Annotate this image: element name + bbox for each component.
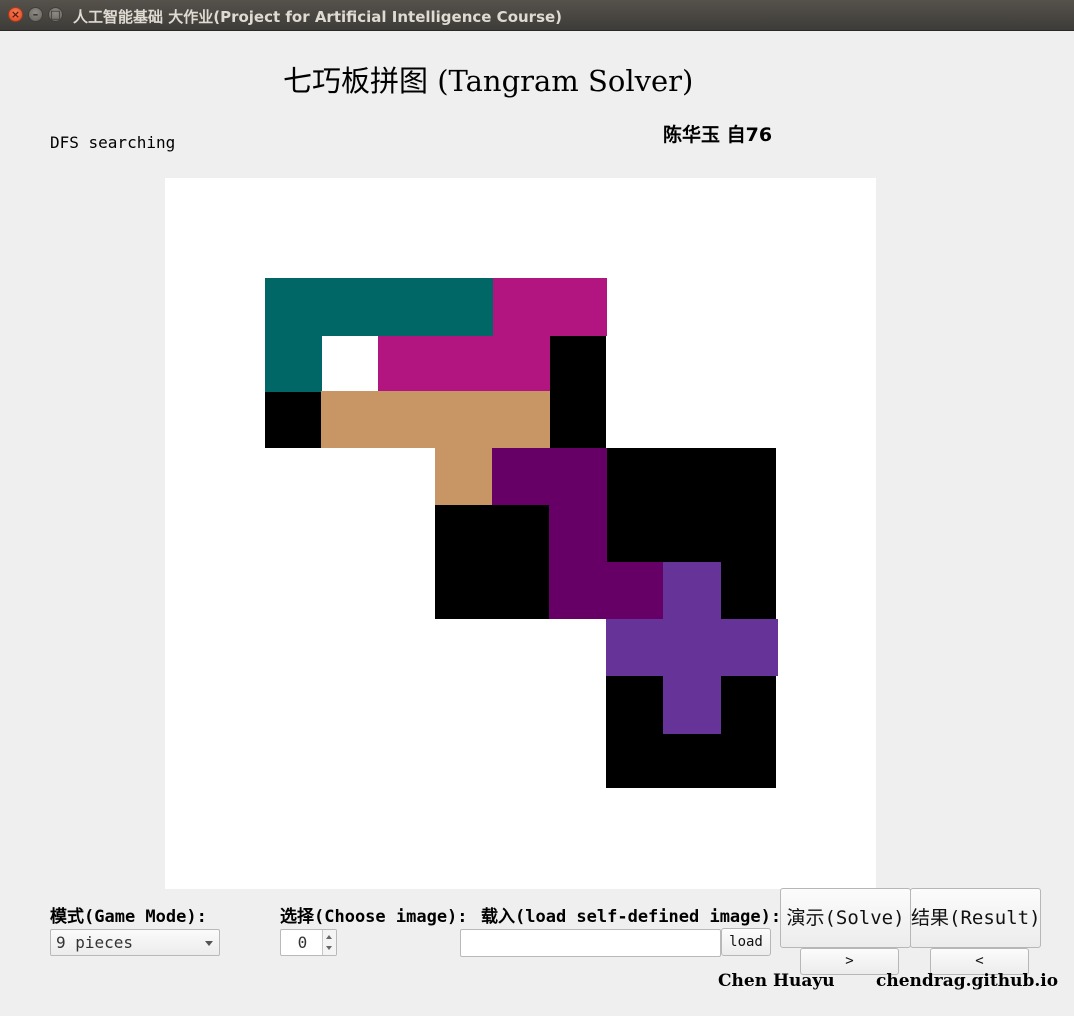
author-name-en: Chen Huayu [718,971,835,991]
spin-down-icon[interactable] [326,946,332,950]
window-title: 人工智能基础 大作业(Project for Artificial Intell… [73,8,563,26]
status-text: DFS searching [50,133,176,152]
puzzle-canvas [165,178,876,889]
choose-image-value: 0 [297,933,308,952]
load-image-path-input[interactable] [460,929,721,957]
author-label-cn: 陈华玉 自76 [663,124,773,146]
page-title: 七巧板拼图 (Tangram Solver) [283,64,694,98]
minimize-icon[interactable]: – [28,7,43,22]
target-block-right-column [550,336,606,448]
game-mode-value: 9 pieces [56,933,134,952]
choose-image-spinbox[interactable]: 0 [280,929,337,956]
spin-buttons[interactable] [322,930,336,955]
result-button[interactable]: 结果(Result) [910,888,1041,948]
chevron-down-icon [205,941,213,946]
author-site: chendrag.github.io [876,971,1059,991]
load-button[interactable]: load [721,928,771,956]
game-mode-label: 模式(Game Mode): [50,907,207,927]
puzzle-drawing [265,278,778,788]
solve-button[interactable]: 演示(Solve) [780,888,911,948]
target-block-middle [435,505,550,619]
target-block-left-bottom [265,392,322,448]
game-mode-select[interactable]: 9 pieces [50,929,220,956]
window-titlebar: × – □ 人工智能基础 大作业(Project for Artificial … [0,0,1074,31]
choose-image-label: 选择(Choose image): [280,907,468,927]
spin-up-icon[interactable] [326,935,332,939]
maximize-icon[interactable]: □ [48,7,63,22]
load-image-label: 载入(load self-defined image): [481,907,782,927]
close-icon[interactable]: × [8,7,23,22]
